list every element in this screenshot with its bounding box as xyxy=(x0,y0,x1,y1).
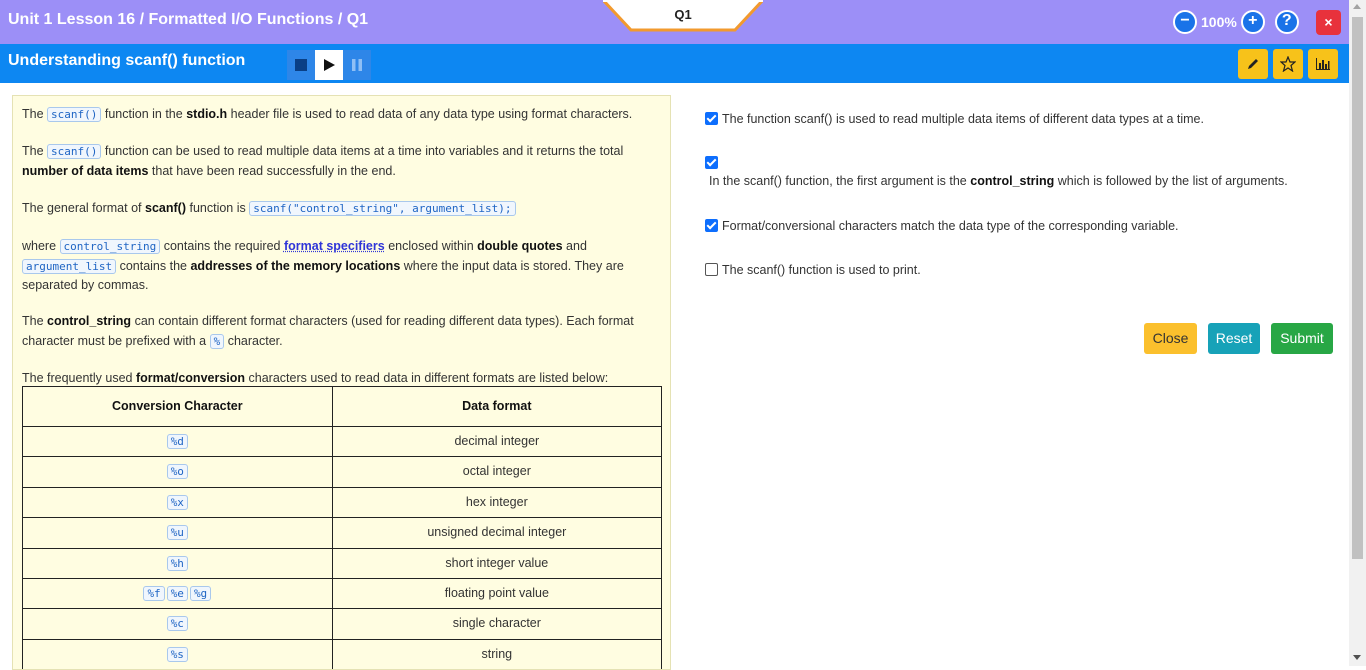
inline-code: % xyxy=(209,333,225,349)
option-2[interactable] xyxy=(705,156,722,170)
paragraph-general-format: The general format of scanf() function i… xyxy=(22,199,662,219)
scrollbar-thumb[interactable] xyxy=(1352,17,1363,559)
inline-code: scanf() xyxy=(47,107,102,122)
option-4[interactable]: The scanf() function is used to print. xyxy=(705,263,921,277)
checkbox[interactable] xyxy=(705,263,718,276)
data-format-cell: single character xyxy=(331,608,663,640)
conversion-character-cell: %f %e %g xyxy=(22,577,333,610)
table-row: %f %e %g floating point value xyxy=(22,577,663,610)
table-header: Data format xyxy=(331,386,663,427)
media-controls xyxy=(287,50,371,80)
inline-code: scanf("control_string", argument_list); xyxy=(249,201,516,216)
zoom-controls: − 100% + ? xyxy=(1173,10,1299,34)
data-format-cell: decimal integer xyxy=(331,425,663,458)
option-2-label: In the scanf() function, the first argum… xyxy=(709,174,1288,188)
play-icon[interactable] xyxy=(315,50,343,80)
conversion-code: %x xyxy=(166,494,188,510)
data-format-cell: octal integer xyxy=(331,456,663,488)
table-row: %d decimal integer xyxy=(22,425,663,458)
conversion-table: Conversion Character Data format %d decim… xyxy=(22,386,663,669)
submit-button[interactable]: Submit xyxy=(1271,323,1333,354)
inline-code: argument_list xyxy=(22,258,117,274)
lesson-content-panel: The scanf() function in the stdio.h head… xyxy=(12,95,671,670)
close-button[interactable]: Close xyxy=(1144,323,1197,354)
option-1[interactable]: The function scanf() is used to read mul… xyxy=(705,112,1204,126)
data-format-cell: floating point value xyxy=(331,577,663,610)
option-3[interactable]: Format/conversional characters match the… xyxy=(705,219,1179,233)
conversion-code: %o xyxy=(166,464,188,480)
table-header: Conversion Character xyxy=(22,386,333,427)
checkbox[interactable] xyxy=(705,156,718,169)
zoom-out-icon[interactable]: − xyxy=(1173,10,1197,34)
inline-code: control_string xyxy=(59,239,161,254)
conversion-character-cell: %s xyxy=(22,638,333,669)
data-format-cell: unsigned decimal integer xyxy=(331,517,663,549)
paragraph-where: where control_string contains the requir… xyxy=(22,239,624,292)
paragraph-multiple-items: The scanf() function can be used to read… xyxy=(22,144,624,178)
conversion-code: %s xyxy=(166,646,188,662)
scroll-down-icon[interactable] xyxy=(1353,655,1361,660)
conversion-code: %g xyxy=(189,585,212,601)
conversion-code: %c xyxy=(166,616,188,632)
table-row: %x hex integer xyxy=(22,486,663,519)
format-specifiers-link[interactable]: format specifiers xyxy=(284,239,385,253)
pause-icon[interactable] xyxy=(343,50,371,80)
close-window-button[interactable]: × xyxy=(1316,10,1341,35)
conversion-code: %e xyxy=(166,585,188,601)
conversion-character-cell: %c xyxy=(22,608,333,640)
bar-chart-icon[interactable] xyxy=(1308,49,1338,79)
table-row: %u unsigned decimal integer xyxy=(22,517,663,549)
conversion-code: %u xyxy=(166,525,188,541)
inline-code: scanf() xyxy=(47,144,102,159)
conversion-character-cell: %u xyxy=(22,517,333,549)
checkbox[interactable] xyxy=(705,112,718,125)
question-tab[interactable]: Q1 xyxy=(603,0,763,32)
zoom-in-icon[interactable]: + xyxy=(1240,10,1265,34)
conversion-code: %d xyxy=(166,433,188,449)
paragraph-control-string: The control_string can contain different… xyxy=(22,314,634,349)
breadcrumb: Unit 1 Lesson 16 / Formatted I/O Functio… xyxy=(8,11,369,28)
conversion-code: %f xyxy=(143,585,165,601)
data-format-cell: short integer value xyxy=(331,547,663,579)
reset-button[interactable]: Reset xyxy=(1208,323,1260,354)
conversion-character-cell: %o xyxy=(22,456,333,488)
data-format-cell: string xyxy=(331,638,663,669)
help-icon[interactable]: ? xyxy=(1274,10,1299,34)
zoom-level: 100% xyxy=(1201,14,1237,30)
table-row: %h short integer value xyxy=(22,547,663,579)
stop-icon[interactable] xyxy=(287,50,315,80)
sub-header-bar: Understanding scanf() function xyxy=(0,44,1349,83)
pencil-icon[interactable] xyxy=(1238,49,1268,79)
conversion-character-cell: %x xyxy=(22,486,333,519)
star-icon[interactable] xyxy=(1273,49,1303,79)
conversion-character-cell: %d xyxy=(22,425,333,458)
question-tab-label: Q1 xyxy=(674,7,692,22)
data-format-cell: hex integer xyxy=(331,486,663,519)
checkbox[interactable] xyxy=(705,219,718,232)
page-title: Understanding scanf() function xyxy=(8,52,246,69)
table-row: %c single character xyxy=(22,608,663,640)
scroll-up-icon[interactable] xyxy=(1353,4,1361,9)
conversion-code: %h xyxy=(166,555,188,571)
table-row: %s string xyxy=(22,638,663,669)
conversion-character-cell: %h xyxy=(22,547,333,579)
table-row: %o octal integer xyxy=(22,456,663,488)
page-scrollbar[interactable] xyxy=(1349,0,1366,666)
paragraph-intro: The scanf() function in the stdio.h head… xyxy=(22,107,633,122)
